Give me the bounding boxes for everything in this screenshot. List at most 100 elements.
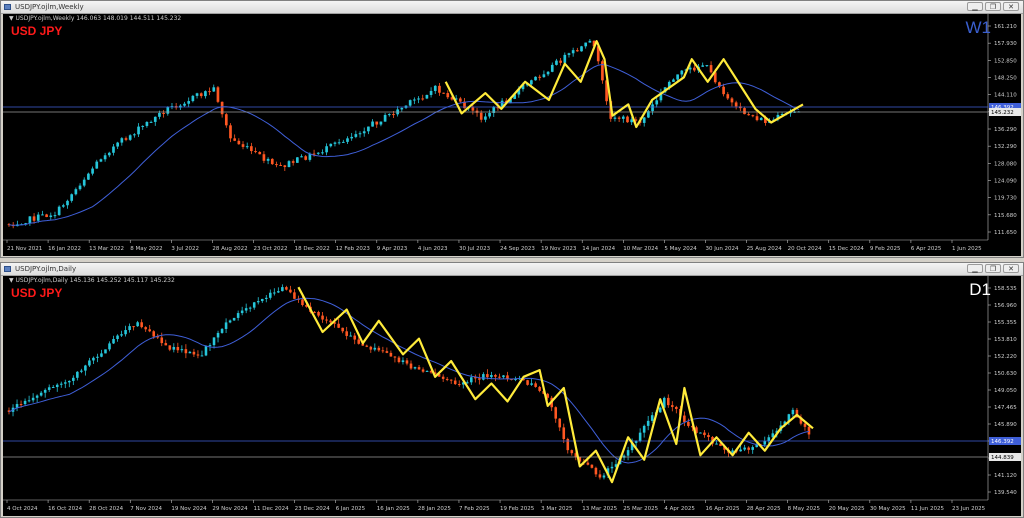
candle-body xyxy=(172,347,176,350)
candle-body xyxy=(141,125,145,127)
candle-body xyxy=(304,156,308,160)
candle-body xyxy=(538,386,541,391)
daily-chart-window: USDJPY.ojlm,Daily ▁ ❐ ✕ 158.535 156.960 15… xyxy=(0,262,1024,518)
date-tick-label: 19 Feb 2025 xyxy=(500,506,535,512)
candle-body xyxy=(296,157,299,163)
candle-body xyxy=(191,95,195,102)
candle-body xyxy=(400,107,404,110)
candle-body xyxy=(453,380,457,385)
candle-body xyxy=(688,67,692,70)
candle-body xyxy=(32,216,36,221)
date-tick-label: 10 Mar 2024 xyxy=(623,246,658,252)
candle-body xyxy=(28,216,32,224)
restore-button[interactable]: ❐ xyxy=(985,264,1001,273)
candle-body xyxy=(192,351,196,355)
date-tick-label: 16 Apr 2025 xyxy=(705,506,740,512)
candle-body xyxy=(162,112,165,114)
candle-body xyxy=(526,380,529,385)
candle-body xyxy=(137,126,140,135)
candle-body xyxy=(289,289,292,293)
candle-body xyxy=(240,310,244,314)
candle-body xyxy=(232,317,236,321)
date-tick-label: 6 Apr 2025 xyxy=(911,246,942,252)
candle-body xyxy=(153,116,157,122)
candle-body xyxy=(502,375,505,378)
candle-body xyxy=(554,407,558,419)
candle-body xyxy=(100,353,103,357)
candle-body xyxy=(281,287,284,292)
candle-body xyxy=(258,151,262,155)
date-tick-label: 7 Feb 2025 xyxy=(459,506,490,512)
daily-chart-area[interactable]: 158.535 156.960 155.355 153.810 152.220 150.6… xyxy=(3,276,1021,516)
candle-body xyxy=(747,114,751,116)
candle-body xyxy=(470,377,473,383)
candle-body xyxy=(687,421,690,426)
candle-body xyxy=(196,354,200,356)
candle-body xyxy=(471,107,475,111)
candle-body xyxy=(413,99,416,101)
candle-body xyxy=(542,74,546,78)
candle-body xyxy=(300,156,303,158)
candle-body xyxy=(43,389,47,393)
candle-body xyxy=(658,407,662,413)
candle-body xyxy=(63,382,67,384)
candle-body xyxy=(558,418,562,428)
candle-body xyxy=(74,189,78,195)
candle-body xyxy=(199,93,203,97)
candle-body xyxy=(39,392,43,396)
close-button[interactable]: ✕ xyxy=(1003,2,1019,11)
candle-body xyxy=(651,104,654,112)
candle-body xyxy=(397,357,401,363)
candle-body xyxy=(270,158,274,165)
candle-body xyxy=(722,86,725,95)
price-tick-label: 153.810 xyxy=(994,337,1017,343)
date-tick-label: 30 Jul 2023 xyxy=(459,246,491,252)
candle-body xyxy=(250,146,253,152)
daily-titlebar[interactable]: USDJPY.ojlm,Daily ▁ ❐ ✕ xyxy=(1,263,1023,276)
candle-body xyxy=(80,370,83,372)
candle-body xyxy=(743,108,746,115)
price-marker-label: 144.839 xyxy=(991,455,1014,461)
date-tick-label: 8 May 2022 xyxy=(130,246,162,252)
candle-body xyxy=(287,161,291,168)
candle-body xyxy=(301,299,304,306)
candle-body xyxy=(365,345,369,347)
candle-body xyxy=(621,116,625,119)
candle-body xyxy=(158,112,161,117)
price-tick-label: 144.110 xyxy=(994,93,1017,99)
weekly-price-chart[interactable]: 161.210157.930152.850148.250144.110140.5… xyxy=(3,14,1021,256)
restore-button[interactable]: ❐ xyxy=(985,2,1001,11)
date-tick-label: 4 Jun 2023 xyxy=(418,246,448,252)
candle-body xyxy=(693,67,696,71)
weekly-titlebar[interactable]: USDJPY.ojlm,Weekly ▁ ❐ ✕ xyxy=(1,1,1023,14)
candle-body xyxy=(275,164,278,166)
candle-body xyxy=(613,117,617,119)
date-tick-label: 25 Mar 2025 xyxy=(623,506,658,512)
price-tick-label: 149.050 xyxy=(994,388,1017,394)
daily-symbol-label: USD JPY xyxy=(11,286,63,300)
candle-body xyxy=(200,355,204,357)
date-tick-label: 3 Mar 2025 xyxy=(541,506,573,512)
minimize-button[interactable]: ▁ xyxy=(967,2,983,11)
candle-body xyxy=(379,121,383,125)
candle-body xyxy=(27,400,31,402)
candle-body xyxy=(449,379,453,381)
weekly-chart-area[interactable]: 161.210157.930152.850148.250144.110140.5… xyxy=(3,14,1021,256)
date-tick-label: 13 Mar 2022 xyxy=(89,246,124,252)
date-tick-label: 9 Apr 2023 xyxy=(377,246,408,252)
close-button[interactable]: ✕ xyxy=(1003,264,1019,273)
candle-body xyxy=(256,301,260,303)
date-tick-label: 13 Mar 2025 xyxy=(582,506,617,512)
candle-body xyxy=(617,117,621,119)
candle-body xyxy=(104,349,107,354)
daily-price-chart[interactable]: 158.535 156.960 155.355 153.810 152.220 150.6… xyxy=(3,276,1021,516)
candle-body xyxy=(108,343,111,350)
candle-body xyxy=(563,54,567,63)
date-tick-label: 11 Jun 2025 xyxy=(911,506,945,512)
candle-body xyxy=(116,335,119,340)
minimize-button[interactable]: ▁ xyxy=(967,264,983,273)
candle-body xyxy=(534,76,537,81)
candle-body xyxy=(145,121,149,126)
candle-body xyxy=(68,380,71,383)
candle-body xyxy=(590,464,594,468)
